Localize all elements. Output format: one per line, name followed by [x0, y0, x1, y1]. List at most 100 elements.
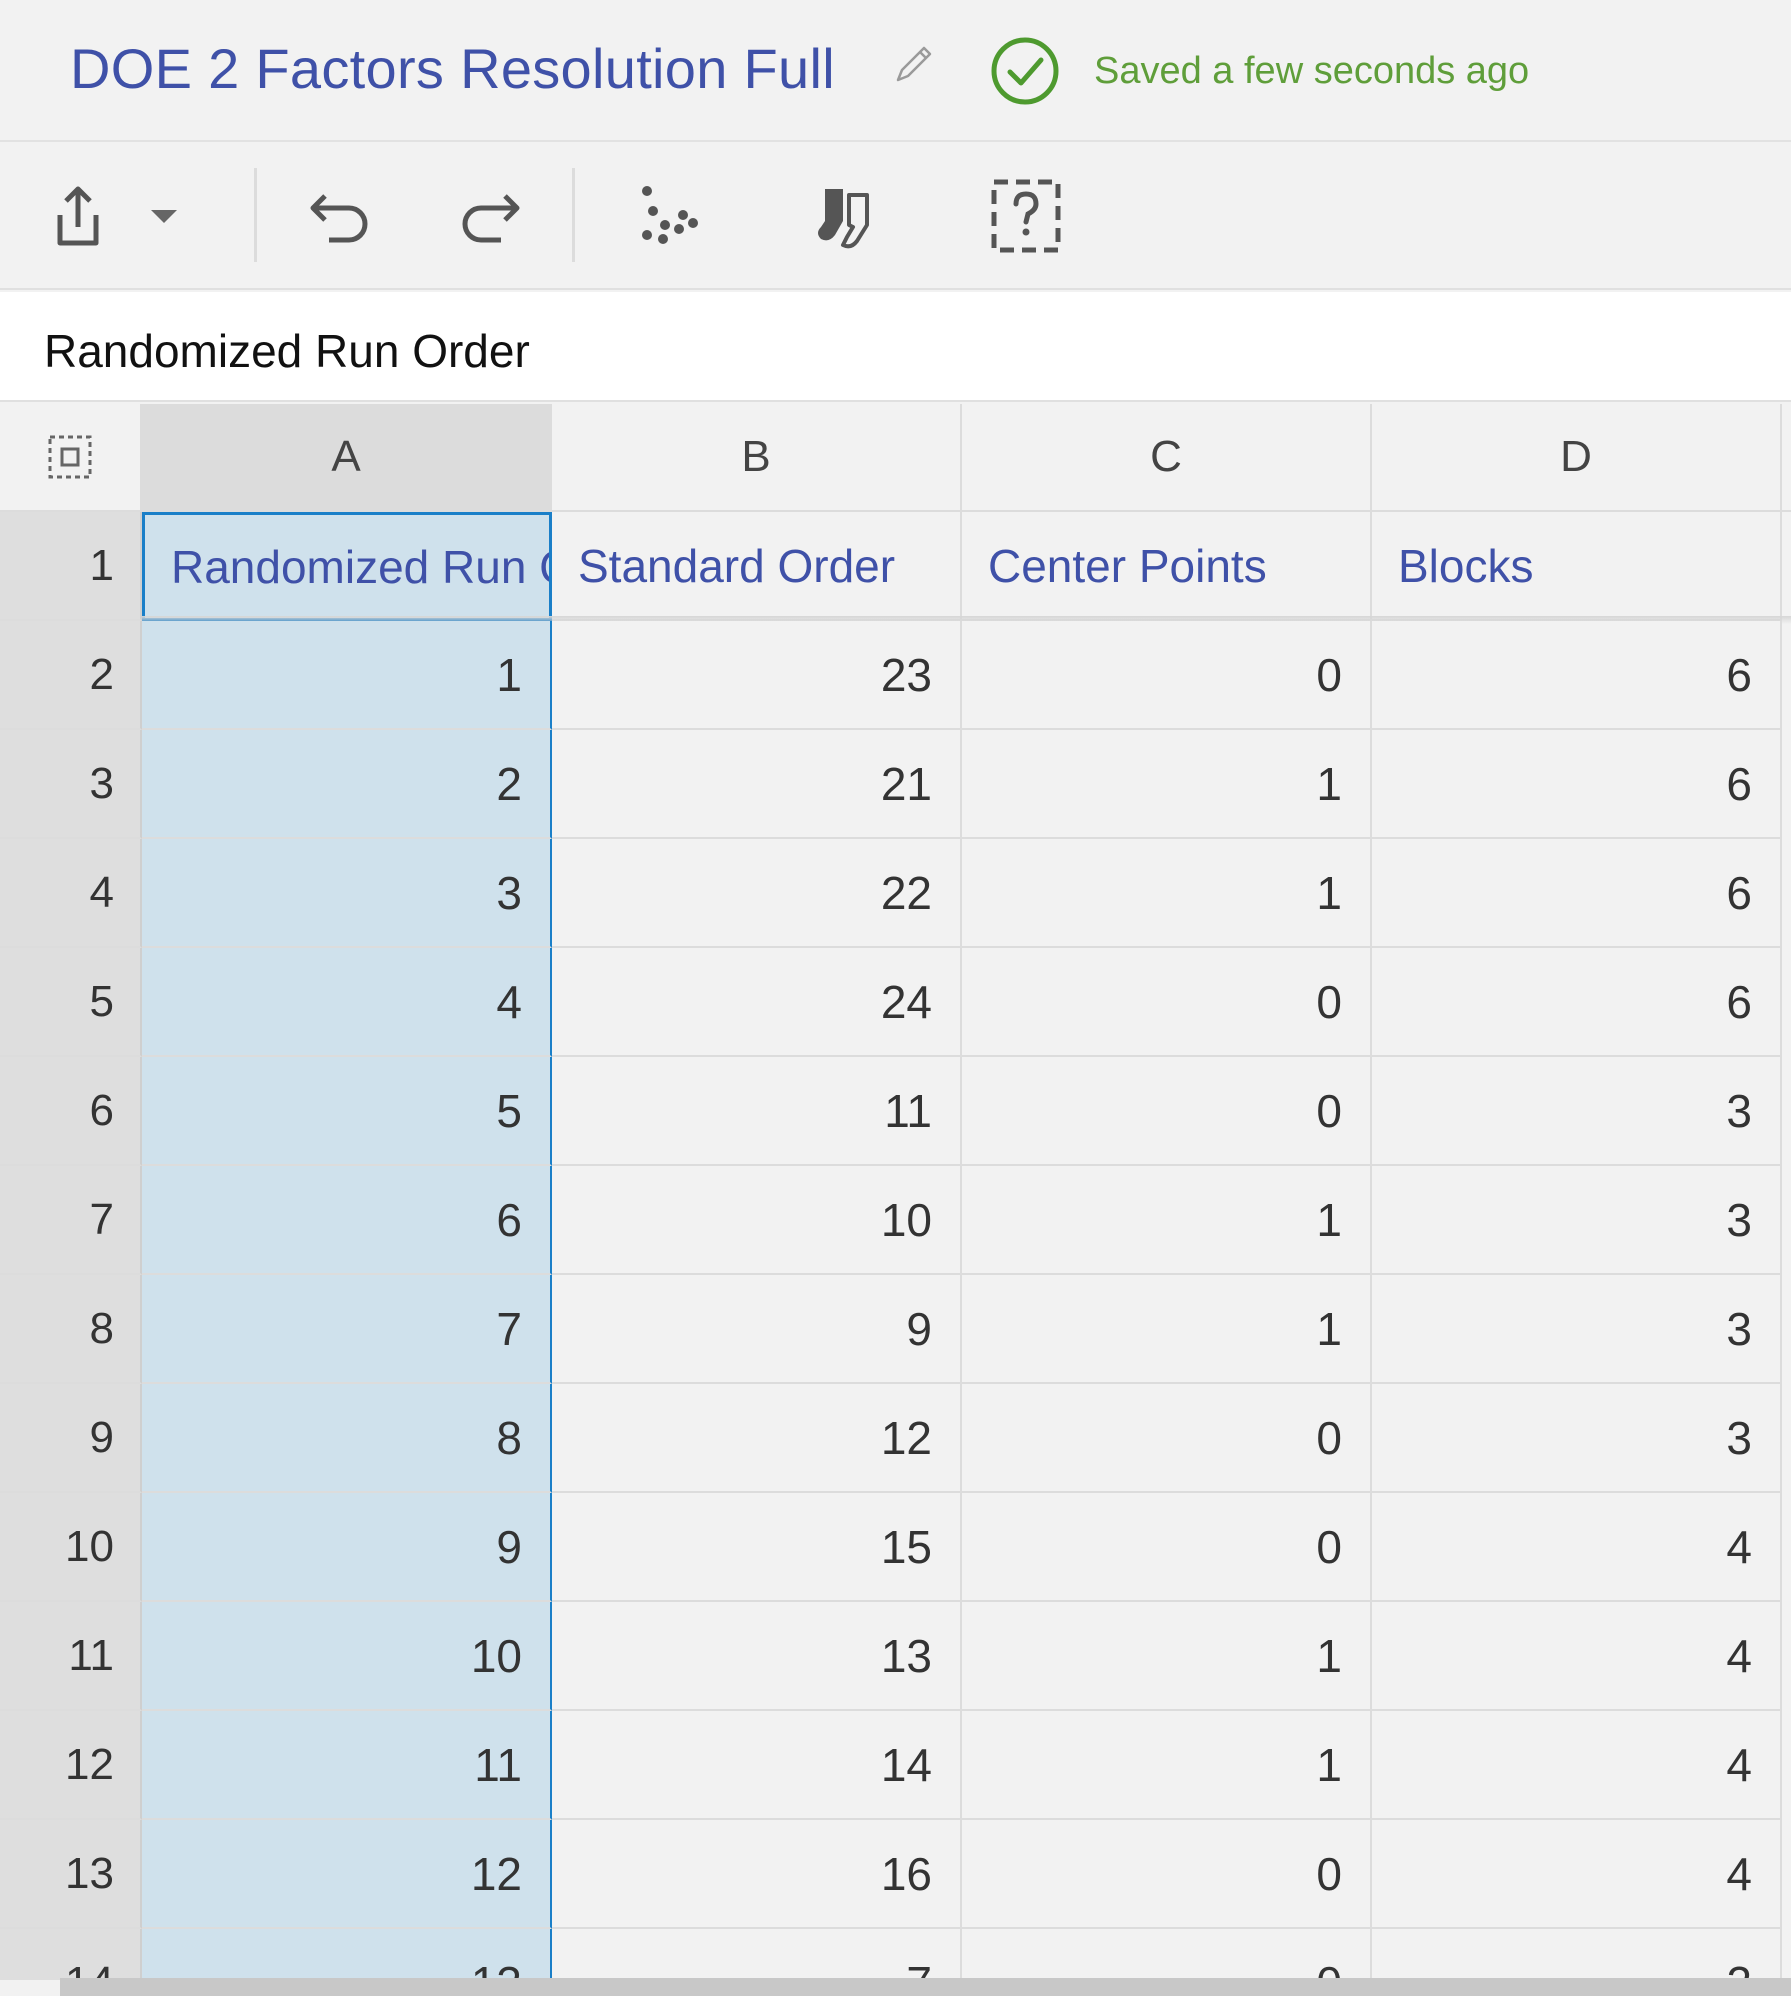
table-cell[interactable]: 11: [142, 1711, 552, 1820]
socks-button[interactable]: [808, 176, 888, 256]
table-cell[interactable]: 10: [142, 1602, 552, 1711]
socks-icon: [818, 189, 869, 249]
table-cell[interactable]: 1: [962, 730, 1372, 839]
row-header[interactable]: 3: [0, 730, 142, 839]
table-cell[interactable]: 6: [1372, 621, 1782, 730]
save-status: Saved a few seconds ago: [1094, 50, 1530, 92]
help-icon: [991, 179, 1061, 253]
share-icon: [57, 186, 99, 246]
table-cell[interactable]: 0: [962, 1057, 1372, 1166]
formula-bar-value[interactable]: Randomized Run Order: [44, 324, 530, 378]
table-cell[interactable]: 4: [1372, 1820, 1782, 1929]
table-cell[interactable]: 1: [962, 1711, 1372, 1820]
row-header[interactable]: 6: [0, 1057, 142, 1166]
table-cell[interactable]: 0: [962, 1820, 1372, 1929]
header-cell-blocks[interactable]: Blocks: [1372, 512, 1782, 621]
header-cell-center-points[interactable]: Center Points: [962, 512, 1372, 621]
table-cell[interactable]: 0: [962, 1493, 1372, 1602]
table-cell[interactable]: 24: [552, 948, 962, 1057]
row-header[interactable]: 8: [0, 1275, 142, 1384]
table-cell[interactable]: 1: [962, 839, 1372, 948]
table-cell[interactable]: 3: [1372, 1384, 1782, 1493]
share-button[interactable]: [38, 176, 118, 256]
column-header-e[interactable]: [1782, 404, 1791, 512]
table-cell[interactable]: 23: [552, 621, 962, 730]
table-cell[interactable]: 1: [962, 1602, 1372, 1711]
header-cell-standard-order[interactable]: Standard Order: [552, 512, 962, 621]
row-header[interactable]: 14: [0, 1929, 142, 1980]
formula-bar[interactable]: Randomized Run Order: [0, 292, 1791, 402]
table-cell[interactable]: 0: [962, 1929, 1372, 1980]
table-cell[interactable]: 4: [1372, 1711, 1782, 1820]
table-cell[interactable]: 9: [552, 1275, 962, 1384]
table-cell[interactable]: 4: [1372, 1602, 1782, 1711]
table-cell[interactable]: 6: [142, 1166, 552, 1275]
document-title[interactable]: DOE 2 Factors Resolution Full: [70, 36, 835, 101]
table-cell[interactable]: 6: [1372, 948, 1782, 1057]
table-cell[interactable]: 12: [552, 1384, 962, 1493]
help-button[interactable]: [986, 176, 1066, 256]
check-circle-icon: [991, 37, 1059, 105]
table-cell[interactable]: 6: [1372, 839, 1782, 948]
table-cell[interactable]: 14: [552, 1711, 962, 1820]
toolbar-divider: [254, 168, 257, 262]
table-cell[interactable]: 22: [552, 839, 962, 948]
row-header[interactable]: 13: [0, 1820, 142, 1929]
scatter-plot-button[interactable]: [628, 176, 708, 256]
scatter-plot-icon: [642, 186, 698, 244]
row-header[interactable]: 10: [0, 1493, 142, 1602]
column-header-b[interactable]: B: [552, 404, 962, 512]
table-cell[interactable]: 3: [1372, 1166, 1782, 1275]
table-cell[interactable]: 11: [552, 1057, 962, 1166]
table-cell[interactable]: 2: [142, 730, 552, 839]
table-cell[interactable]: 21: [552, 730, 962, 839]
table-cell[interactable]: 7: [142, 1275, 552, 1384]
spreadsheet-grid: A B C D 1 Randomized Run Order Standard …: [0, 404, 1791, 1980]
table-cell[interactable]: 2: [1372, 1929, 1782, 1980]
header-cell-randomized-run-order[interactable]: Randomized Run Order: [142, 512, 552, 621]
chevron-down-icon: [151, 210, 177, 223]
table-cell[interactable]: 4: [1372, 1493, 1782, 1602]
column-header-d[interactable]: D: [1372, 404, 1782, 512]
toolbar: [0, 144, 1791, 290]
row-header[interactable]: 9: [0, 1384, 142, 1493]
table-cell[interactable]: 7: [552, 1929, 962, 1980]
table-cell[interactable]: 1: [142, 621, 552, 730]
table-cell[interactable]: 10: [552, 1166, 962, 1275]
table-cell[interactable]: 13: [142, 1929, 552, 1980]
table-cell[interactable]: 8: [142, 1384, 552, 1493]
table-cell[interactable]: 3: [1372, 1275, 1782, 1384]
title-bar: DOE 2 Factors Resolution Full Saved a fe…: [0, 0, 1791, 142]
table-cell[interactable]: 1: [962, 1166, 1372, 1275]
row-header[interactable]: 11: [0, 1602, 142, 1711]
table-cell[interactable]: 16: [552, 1820, 962, 1929]
row-header[interactable]: 1: [0, 512, 142, 621]
undo-icon: [310, 194, 368, 243]
row-header[interactable]: 12: [0, 1711, 142, 1820]
table-cell[interactable]: 4: [142, 948, 552, 1057]
select-all-button[interactable]: [0, 404, 142, 512]
table-cell[interactable]: 3: [1372, 1057, 1782, 1166]
column-header-a[interactable]: A: [142, 404, 552, 512]
table-cell[interactable]: 0: [962, 948, 1372, 1057]
table-cell[interactable]: 3: [142, 839, 552, 948]
row-header[interactable]: 7: [0, 1166, 142, 1275]
undo-button[interactable]: [300, 176, 380, 256]
table-cell[interactable]: 0: [962, 1384, 1372, 1493]
pencil-icon[interactable]: [888, 40, 938, 90]
table-cell[interactable]: 1: [962, 1275, 1372, 1384]
row-header[interactable]: 2: [0, 621, 142, 730]
table-cell[interactable]: 6: [1372, 730, 1782, 839]
table-cell[interactable]: 15: [552, 1493, 962, 1602]
redo-button[interactable]: [450, 176, 530, 256]
row-header[interactable]: 4: [0, 839, 142, 948]
table-cell[interactable]: 0: [962, 621, 1372, 730]
table-cell[interactable]: 5: [142, 1057, 552, 1166]
table-cell[interactable]: 9: [142, 1493, 552, 1602]
row-header[interactable]: 5: [0, 948, 142, 1057]
table-cell[interactable]: 12: [142, 1820, 552, 1929]
share-dropdown-button[interactable]: [134, 176, 194, 256]
horizontal-scrollbar[interactable]: [60, 1978, 1791, 1996]
table-cell[interactable]: 13: [552, 1602, 962, 1711]
column-header-c[interactable]: C: [962, 404, 1372, 512]
